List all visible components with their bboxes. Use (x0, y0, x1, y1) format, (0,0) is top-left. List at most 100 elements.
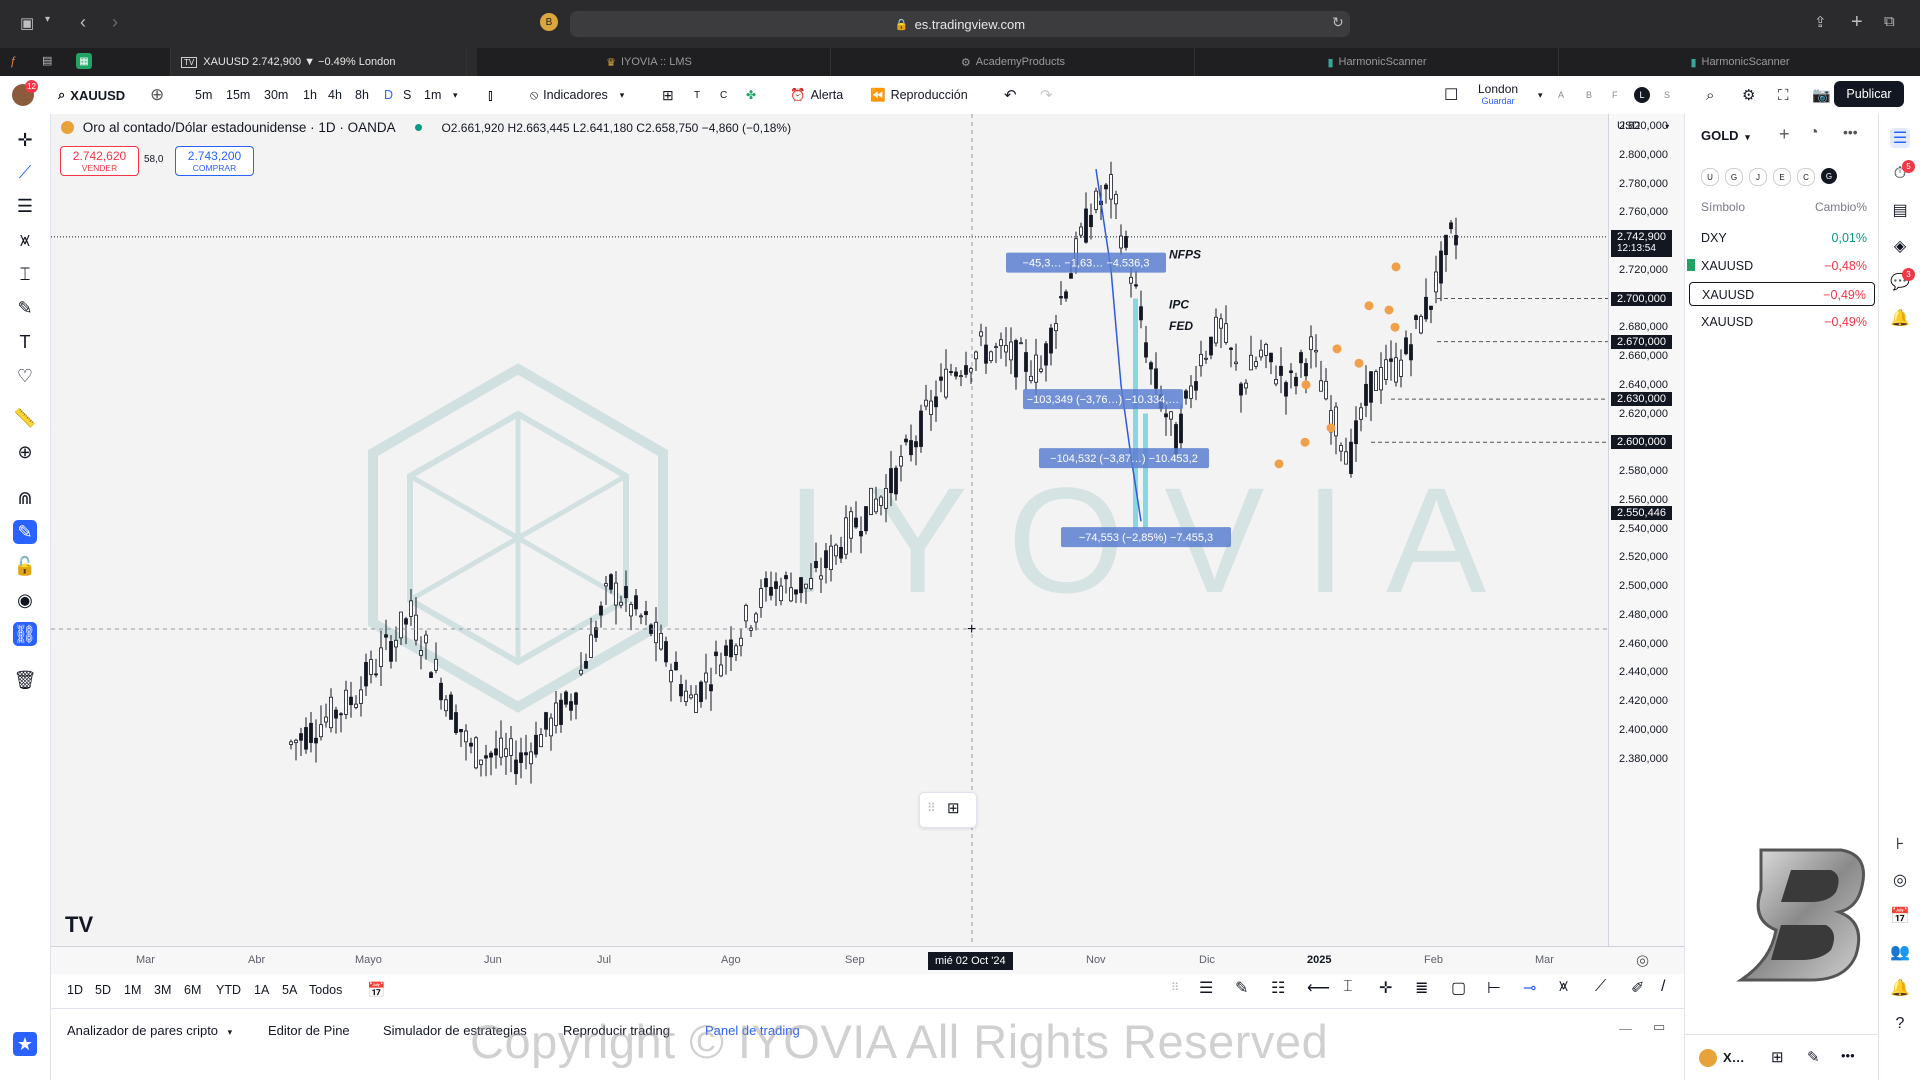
fib-icon[interactable]: ☰ (13, 194, 37, 218)
interval-30m[interactable]: 30m (264, 76, 288, 114)
back-icon[interactable]: ‹ (80, 12, 86, 33)
price-scale[interactable]: USD ▾ 2.820,000 2.800,000 2.780,000 2.760,0… (1608, 114, 1685, 946)
ruler-icon[interactable]: 📏 (13, 406, 37, 430)
add-symbol-icon[interactable]: + (1779, 124, 1790, 145)
link-icon[interactable]: ⛓ (13, 622, 37, 646)
range-all[interactable]: Todos (309, 983, 342, 997)
pinned-tab-icon[interactable]: ▤ (42, 54, 52, 67)
data-window-icon[interactable]: ▤ (1890, 200, 1910, 220)
interval-4h[interactable]: 4h (328, 76, 342, 114)
tab-crypto-pairs-screener[interactable]: Analizador de pares cripto ▾ (67, 1023, 232, 1038)
chevron-down-icon[interactable]: ▾ (1538, 76, 1543, 114)
tab-xauusd[interactable]: TV XAUUSD 2.742,900 ▼ −0.49% London (170, 48, 477, 76)
eye-icon[interactable]: ◉ (13, 588, 37, 612)
calendar-icon[interactable]: 📅 (1890, 906, 1910, 926)
undo-icon[interactable]: ↶ (1004, 76, 1017, 114)
flag-filter[interactable]: J (1749, 168, 1767, 186)
user-avatar[interactable]: 12 (12, 76, 38, 114)
trend-line-icon[interactable]: / (1661, 978, 1665, 996)
favorites-star-icon[interactable]: ★ (13, 1032, 37, 1056)
date-range-icon[interactable]: ⊢ (1487, 978, 1501, 998)
horizontal-ray-icon[interactable]: ⟵ (1307, 978, 1330, 998)
drag-handle-icon[interactable]: ⠿ (927, 801, 936, 815)
pinned-tab-icon[interactable]: ƒ (10, 54, 17, 68)
interval-5m[interactable]: 5m (195, 76, 212, 114)
time-scale[interactable]: Mar Abr Mayo Jun Jul Ago Sep Nov Dic 2025 Feb Mar m… (51, 946, 1684, 975)
flag-filter[interactable]: U (1701, 168, 1719, 186)
column-change[interactable]: Cambio% (1815, 200, 1867, 214)
parallel-lines-icon[interactable]: ≣ (1415, 978, 1428, 998)
price-chart[interactable]: IYOVIA −45,3… −1,63… −4.536,3−103,349 (−… (51, 114, 1608, 946)
buy-button[interactable]: 2.743,200 COMPRAR (175, 146, 254, 176)
interval-15m[interactable]: 15m (226, 76, 250, 114)
chart-pane[interactable]: IYOVIA −45,3… −1,63… −4.536,3 −103,349 (−… (51, 114, 1608, 946)
crosshair-icon[interactable]: ✛ (13, 128, 37, 152)
help-icon[interactable]: ? (1890, 1014, 1910, 1034)
object-tree-icon[interactable]: ⊞ (947, 799, 960, 817)
share-icon[interactable]: ⇪ (1814, 13, 1827, 31)
layout-grid-icon[interactable]: ⊞ (1771, 1048, 1784, 1066)
fib-icon[interactable]: ☰ (1199, 978, 1213, 998)
projection-icon[interactable]: ⌶ (13, 262, 37, 286)
chat-icon[interactable]: 💬 3 (1890, 268, 1915, 292)
pattern-icon[interactable]: ⩙ (13, 228, 37, 252)
template-t-icon[interactable]: T (694, 76, 700, 114)
chevron-down-icon[interactable]: ▾ (453, 76, 458, 114)
horizontal-line-icon[interactable]: ⊸ (1523, 978, 1536, 998)
addon-icon[interactable]: ✤ (746, 76, 756, 114)
bell-icon[interactable]: 🔔 (1890, 978, 1910, 998)
watchlist-row-selected[interactable]: XAUUSD −0,49% (1689, 282, 1875, 306)
crosshair-icon[interactable]: ✛ (1379, 978, 1392, 998)
scale-settings-icon[interactable]: ◎ (1636, 951, 1649, 969)
notifications-bell-icon[interactable]: 🔔 (1890, 308, 1910, 328)
footer-symbol[interactable]: X… (1723, 1050, 1745, 1065)
layout-l-icon[interactable]: L (1634, 76, 1650, 114)
watchlist-row[interactable]: XAUUSD −0,49% (1685, 310, 1879, 334)
watchlist-row[interactable]: XAUUSD −0,48% (1685, 254, 1879, 278)
target-icon[interactable]: ◎ (1890, 870, 1910, 890)
watchlist-row[interactable]: DXY 0,01% (1685, 226, 1879, 250)
alerts-clock-icon[interactable]: ⏱ 5 (1890, 160, 1915, 184)
trend-line-icon[interactable]: ⟋ (13, 160, 37, 184)
interval-d[interactable]: D (384, 76, 393, 114)
flag-filter[interactable]: G (1821, 168, 1837, 184)
forward-icon[interactable]: › (112, 12, 118, 33)
range-1m[interactable]: 1M (124, 983, 141, 997)
zoom-in-icon[interactable]: ⊕ (13, 440, 37, 464)
watchlist-icon[interactable]: ☰ (1890, 128, 1910, 148)
text-icon[interactable]: T (13, 330, 37, 354)
chevron-down-icon[interactable]: ▾ (45, 14, 50, 25)
pattern-icon[interactable]: ⩙ (1559, 978, 1568, 996)
compare-symbol-button[interactable]: ⊕ (150, 76, 164, 114)
layout-checkbox-icon[interactable]: ☐ (1444, 76, 1458, 114)
watchlist-title[interactable]: GOLD ▾ (1701, 128, 1750, 143)
projection-icon[interactable]: ⌶ (1343, 978, 1353, 996)
range-ytd[interactable]: YTD (216, 983, 241, 997)
pie-chart-icon[interactable]: ◔ (1809, 124, 1819, 142)
tab-overview-icon[interactable]: ⧉ (1884, 13, 1895, 30)
pen-icon[interactable]: ✐ (1631, 978, 1644, 998)
flag-filter[interactable]: C (1797, 168, 1815, 186)
range-5d[interactable]: 5D (95, 983, 111, 997)
tab-iyovia-lms[interactable]: ♛ IYOVIA :: LMS (466, 48, 831, 76)
range-6m[interactable]: 6M (184, 983, 201, 997)
channel-icon[interactable]: ☷ (1271, 978, 1285, 998)
camera-icon[interactable]: 📷 (1812, 76, 1831, 114)
minimize-panel-icon[interactable]: — (1619, 1021, 1632, 1036)
heart-icon[interactable]: ♡ (13, 364, 37, 388)
candles-type-icon[interactable]: ⫾ (488, 76, 493, 114)
magnet-icon[interactable]: ⋒ (13, 486, 37, 510)
calendar-icon[interactable]: 📅 (367, 981, 386, 999)
lock-icon[interactable]: 🔓 (13, 554, 37, 578)
sidebar-toggle-icon[interactable]: ▣ (20, 14, 34, 32)
sell-button[interactable]: 2.742,620 VENDER (60, 146, 139, 176)
redo-icon[interactable]: ↷ (1040, 76, 1053, 114)
new-tab-icon[interactable]: + (1851, 11, 1863, 34)
symbol-search[interactable]: ⌕ XAUUSD (58, 76, 125, 114)
layout-b-icon[interactable]: B (1586, 76, 1592, 114)
tab-academy-products[interactable]: ⚙ AcademyProducts (830, 48, 1195, 76)
trash-icon[interactable]: 🗑 (13, 668, 37, 692)
edit-icon[interactable]: ✎ (1807, 1048, 1820, 1066)
range-5a[interactable]: 5A (282, 983, 297, 997)
layout-a-icon[interactable]: A (1558, 76, 1564, 114)
